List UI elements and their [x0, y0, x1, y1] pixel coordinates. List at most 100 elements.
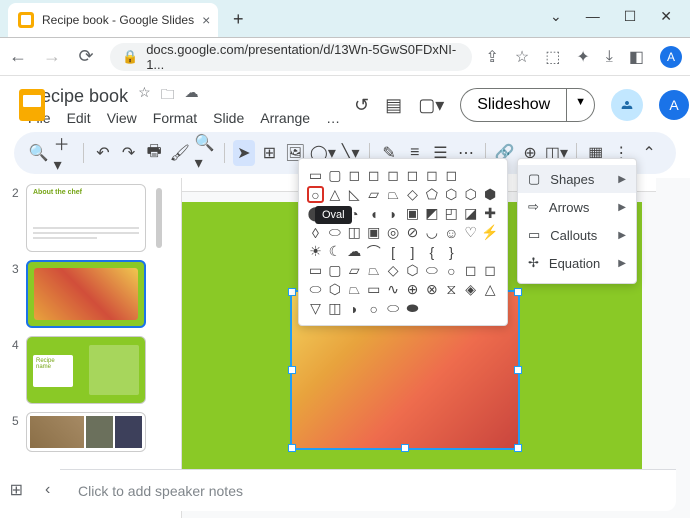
shape-hexagon[interactable]: ⬡: [443, 186, 460, 203]
textbox-icon[interactable]: ⊞: [259, 140, 281, 166]
shape-flow-extract[interactable]: △: [482, 281, 499, 298]
shape-heart[interactable]: ♡: [462, 224, 479, 241]
shape-cat-callouts[interactable]: ▭ Callouts ▶: [518, 221, 636, 249]
shape-heptagon[interactable]: ⬡: [462, 186, 479, 203]
slide-thumb-2[interactable]: About the chef: [26, 184, 146, 252]
shape-flow-merge[interactable]: ▽: [307, 300, 324, 317]
meet-icon[interactable]: ▢▾: [418, 95, 444, 116]
shape-teardrop[interactable]: ◗: [385, 205, 402, 222]
window-close-icon[interactable]: ✕: [660, 8, 672, 25]
shape-flow-sort[interactable]: ◈: [462, 281, 479, 298]
cloud-status-icon[interactable]: ☁: [185, 84, 199, 108]
shape-flow-diamond[interactable]: ◇: [385, 262, 402, 279]
slide-thumb-5[interactable]: [26, 412, 146, 452]
share-button[interactable]: [611, 89, 643, 121]
shape-moon[interactable]: ☾: [326, 243, 343, 260]
shape-flow-multidoc[interactable]: ◻: [482, 262, 499, 279]
shape-round-single[interactable]: ◻: [404, 167, 421, 184]
shape-cloud[interactable]: ☁: [346, 243, 363, 260]
shape-flow-doc[interactable]: ◻: [462, 262, 479, 279]
comments-icon[interactable]: ▤: [385, 95, 402, 116]
shape-flow-manual[interactable]: ⏢: [346, 281, 363, 298]
send-tab-icon[interactable]: ⇪: [486, 47, 499, 67]
shape-brace-r[interactable]: }: [443, 243, 460, 260]
shape-flow-trapezoid[interactable]: ⏢: [365, 262, 382, 279]
shape-cat-shapes[interactable]: ▢ Shapes ▶: [518, 165, 636, 193]
shape-can[interactable]: ⬭: [326, 224, 343, 241]
zoom-icon[interactable]: 🔍▾: [195, 140, 217, 166]
new-slide-icon[interactable]: ＋▾: [54, 140, 76, 166]
shape-brace-l[interactable]: {: [423, 243, 440, 260]
print-icon[interactable]: 🖶: [143, 140, 165, 166]
profile-avatar[interactable]: A: [660, 46, 682, 68]
grid-view-icon[interactable]: ⊞: [10, 480, 23, 500]
shape-arc[interactable]: ⌒: [365, 243, 382, 260]
resize-handle[interactable]: [288, 288, 296, 296]
shape-triangle[interactable]: △: [326, 186, 343, 203]
shape-l-shape[interactable]: ◰: [443, 205, 460, 222]
shape-trapezoid[interactable]: ⏢: [385, 186, 402, 203]
window-maximize-icon[interactable]: ☐: [624, 8, 637, 25]
thumb-scrollbar[interactable]: [156, 188, 162, 248]
shape-flow-cylinder[interactable]: ⬭: [423, 262, 440, 279]
shape-round-diag[interactable]: ◻: [443, 167, 460, 184]
shape-flow-tape[interactable]: ∿: [385, 281, 402, 298]
shape-snip2-rect[interactable]: ◻: [365, 167, 382, 184]
select-tool-icon[interactable]: ➤: [233, 140, 255, 166]
slide-thumb-4[interactable]: Recipe name: [26, 336, 146, 404]
shape-round-same[interactable]: ◻: [423, 167, 440, 184]
slideshow-dropdown[interactable]: ▼: [566, 88, 595, 122]
window-dropdown-icon[interactable]: ⌄: [550, 8, 562, 25]
shape-flow-rect[interactable]: ▭: [307, 262, 324, 279]
shape-sun[interactable]: ☀: [307, 243, 324, 260]
menu-edit[interactable]: Edit: [67, 110, 91, 126]
move-icon[interactable]: 🗀: [161, 84, 175, 108]
close-tab-icon[interactable]: ×: [202, 12, 210, 28]
shape-lightning[interactable]: ⚡: [482, 224, 499, 241]
translate-icon[interactable]: ⬚: [545, 47, 560, 67]
menu-view[interactable]: View: [107, 110, 137, 126]
resize-handle[interactable]: [401, 444, 409, 452]
reading-list-icon[interactable]: ◧: [629, 47, 644, 67]
account-avatar[interactable]: A: [659, 90, 689, 120]
shape-flow-sum[interactable]: ⊕: [404, 281, 421, 298]
reload-button[interactable]: ⟳: [76, 46, 96, 67]
download-icon[interactable]: ⤓: [606, 48, 613, 66]
menu-more[interactable]: …: [326, 110, 340, 126]
extensions-icon[interactable]: ✦: [576, 47, 589, 67]
shape-octagon[interactable]: ⬢: [482, 186, 499, 203]
menu-slide[interactable]: Slide: [213, 110, 244, 126]
shape-flow-display[interactable]: ⬬: [404, 300, 421, 317]
shape-flow-card[interactable]: ▭: [365, 281, 382, 298]
resize-handle[interactable]: [288, 444, 296, 452]
shape-flow-collate[interactable]: ⧖: [443, 281, 460, 298]
shape-donut[interactable]: ◎: [385, 224, 402, 241]
new-tab-button[interactable]: +: [224, 5, 252, 33]
shape-flow-or[interactable]: ⊗: [423, 281, 440, 298]
resize-handle[interactable]: [514, 444, 522, 452]
shape-flow-mag[interactable]: ⬭: [385, 300, 402, 317]
shape-plaque[interactable]: ◊: [307, 224, 324, 241]
menu-format[interactable]: Format: [153, 110, 197, 126]
shape-snip-diag[interactable]: ◻: [385, 167, 402, 184]
back-button[interactable]: ←: [8, 46, 28, 67]
shape-cat-arrows[interactable]: ⇨ Arrows ▶: [518, 193, 636, 221]
star-icon[interactable]: ☆: [138, 84, 151, 108]
shape-bevel[interactable]: ▣: [365, 224, 382, 241]
shape-flow-storage[interactable]: ◫: [326, 300, 343, 317]
shape-flow-rrect[interactable]: ▢: [326, 262, 343, 279]
shape-chord[interactable]: ◖: [365, 205, 382, 222]
shape-snip-rect[interactable]: ◻: [346, 167, 363, 184]
shape-half-frame[interactable]: ◩: [423, 205, 440, 222]
bookmark-icon[interactable]: ☆: [515, 47, 529, 67]
browser-tab[interactable]: Recipe book - Google Slides ×: [8, 3, 218, 37]
shape-flow-seq[interactable]: ○: [365, 300, 382, 317]
shape-flow-parallelogram[interactable]: ▱: [346, 262, 363, 279]
shape-flow-delay[interactable]: ◗: [346, 300, 363, 317]
collapse-icon[interactable]: ‹: [45, 481, 50, 499]
shape-pentagon[interactable]: ⬠: [423, 186, 440, 203]
paint-format-icon[interactable]: 🖌: [169, 140, 191, 166]
history-icon[interactable]: ↺: [354, 95, 369, 116]
shape-diag-stripe[interactable]: ◪: [462, 205, 479, 222]
resize-handle[interactable]: [288, 366, 296, 374]
